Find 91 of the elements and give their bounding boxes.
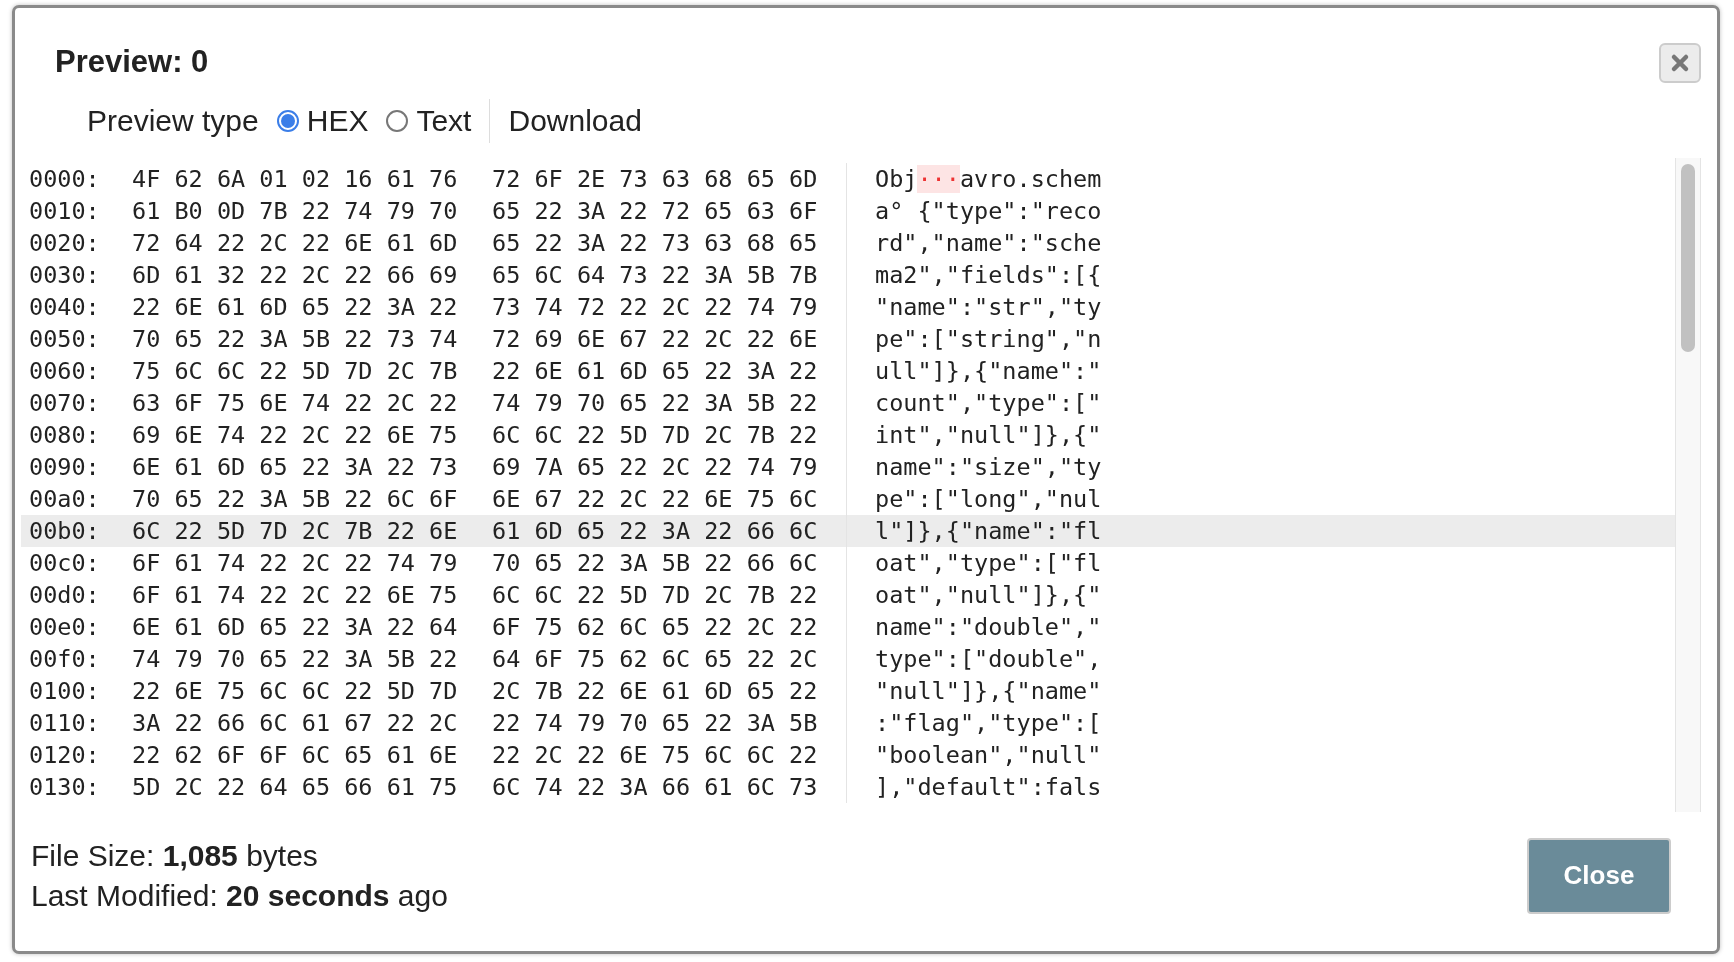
text-preview: name":"double",": [875, 613, 1102, 641]
hex-bytes: 61 6D 65 22 3A 22 66 6C: [492, 517, 819, 545]
hex-bytes: 22 2C 22 6E 75 6C 6C 22: [492, 741, 819, 769]
dialog-title: Preview: 0: [55, 44, 209, 80]
hex-bytes: 6D 61 32 22 2C 22 66 69: [132, 261, 459, 289]
text-preview: "name":"str","ty: [875, 293, 1102, 321]
hex-bytes: 72 69 6E 67 22 2C 22 6E: [492, 325, 819, 353]
text-preview: type":["double",: [875, 645, 1102, 673]
text-preview: rd","name":"sche: [875, 229, 1102, 257]
offset: 0040:: [29, 293, 101, 321]
offset: 00f0:: [29, 645, 101, 673]
text-preview: ],"default":fals: [875, 773, 1102, 801]
text-preview: int","null"]},{": [875, 421, 1102, 449]
close-button[interactable]: [1659, 43, 1701, 83]
hex-bytes: 69 6E 74 22 2C 22 6E 75: [132, 421, 459, 449]
text-preview: "null"]},{"name": [875, 677, 1102, 705]
hex-bytes: 65 6C 64 73 22 3A 5B 7B: [492, 261, 819, 289]
hex-bytes: 70 65 22 3A 5B 22 66 6C: [492, 549, 819, 577]
hex-bytes: 69 7A 65 22 2C 22 74 79: [492, 453, 819, 481]
hex-bytes: 22 6E 61 6D 65 22 3A 22: [132, 293, 459, 321]
offset: 0010:: [29, 197, 101, 225]
offset: 00d0:: [29, 581, 101, 609]
hex-bytes: 3A 22 66 6C 61 67 22 2C: [132, 709, 459, 737]
text-preview: ull"]},{"name":": [875, 357, 1102, 385]
offset: 0060:: [29, 357, 101, 385]
hex-bytes: 73 74 72 22 2C 22 74 79: [492, 293, 819, 321]
offset: 0100:: [29, 677, 101, 705]
offset: 0130:: [29, 773, 101, 801]
scrollbar[interactable]: [1675, 158, 1701, 812]
text-preview: pe":["string","n: [875, 325, 1102, 353]
hex-bytes: 22 62 6F 6F 6C 65 61 6E: [132, 741, 459, 769]
offset: 00a0:: [29, 485, 101, 513]
text-preview: oat","type":["fl: [875, 549, 1102, 577]
offset: 0020:: [29, 229, 101, 257]
hex-bytes: 5D 2C 22 64 65 66 61 75: [132, 773, 459, 801]
offset: 0050:: [29, 325, 101, 353]
hex-bytes: 65 22 3A 22 72 65 63 6F: [492, 197, 819, 225]
hex-bytes: 65 22 3A 22 73 63 68 65: [492, 229, 819, 257]
text-preview: :"flag","type":[: [875, 709, 1102, 737]
text-preview: ma2","fields":[{: [875, 261, 1102, 289]
offset: 0000:: [29, 165, 101, 193]
text-preview: count","type":[": [875, 389, 1102, 417]
hex-bytes: 6F 61 74 22 2C 22 6E 75: [132, 581, 459, 609]
hex-bytes: 74 79 70 65 22 3A 5B 22: [492, 389, 819, 417]
offset: 0030:: [29, 261, 101, 289]
hex-bytes: 6F 61 74 22 2C 22 74 79: [132, 549, 459, 577]
hex-bytes: 6F 75 62 6C 65 22 2C 22: [492, 613, 819, 641]
hex-bytes: 6E 61 6D 65 22 3A 22 73: [132, 453, 459, 481]
text-preview: l"]},{"name":"fl: [875, 517, 1102, 545]
offset: 0120:: [29, 741, 101, 769]
file-size: File Size: 1,085 bytes: [31, 838, 319, 873]
hex-bytes: 6C 74 22 3A 66 61 6C 73: [492, 773, 819, 801]
hex-bytes: 22 74 79 70 65 22 3A 5B: [492, 709, 819, 737]
hex-bytes: 22 6E 75 6C 6C 22 5D 7D: [132, 677, 459, 705]
close-icon: [1670, 53, 1690, 73]
hex-bytes: 2C 7B 22 6E 61 6D 65 22: [492, 677, 819, 705]
hex-bytes: 63 6F 75 6E 74 22 2C 22: [132, 389, 459, 417]
hex-bytes: 64 6F 75 62 6C 65 22 2C: [492, 645, 819, 673]
hex-bytes: 72 64 22 2C 22 6E 61 6D: [132, 229, 459, 257]
hex-bytes: 61 B0 0D 7B 22 74 79 70: [132, 197, 459, 225]
text-preview: pe":["long","nul: [875, 485, 1102, 513]
offset: 00e0:: [29, 613, 101, 641]
hex-bytes: 22 6E 61 6D 65 22 3A 22: [492, 357, 819, 385]
hex-bytes: 6C 22 5D 7D 2C 7B 22 6E: [132, 517, 459, 545]
download-link[interactable]: Download: [508, 104, 642, 138]
hex-bytes: 70 65 22 3A 5B 22 73 74: [132, 325, 459, 353]
hex-bytes: 4F 62 6A 01 02 16 61 76: [132, 165, 459, 193]
offset: 0110:: [29, 709, 101, 737]
hex-bytes: 70 65 22 3A 5B 22 6C 6F: [132, 485, 459, 513]
offset: 00c0:: [29, 549, 101, 577]
offset: 00b0:: [29, 517, 101, 545]
text-preview: a° {"type":"reco: [875, 197, 1102, 225]
text-preview: Obj···avro.schem: [875, 165, 1102, 193]
radio-option[interactable]: Text: [386, 104, 472, 138]
hex-bytes: 6C 6C 22 5D 7D 2C 7B 22: [492, 581, 819, 609]
text-preview: name":"size","ty: [875, 453, 1102, 481]
last-modified: Last Modified: 20 seconds ago: [31, 878, 448, 913]
close-button[interactable]: Close: [1527, 837, 1671, 914]
hex-bytes: 6C 6C 22 5D 7D 2C 7B 22: [492, 421, 819, 449]
hex-bytes: 75 6C 6C 22 5D 7D 2C 7B: [132, 357, 459, 385]
hex-bytes: 74 79 70 65 22 3A 5B 22: [132, 645, 459, 673]
text-preview: "boolean","null": [875, 741, 1102, 769]
preview-type-label: Preview type: [87, 104, 259, 138]
radio-option[interactable]: HEX: [276, 104, 369, 138]
offset: 0090:: [29, 453, 101, 481]
offset: 0080:: [29, 421, 101, 449]
hex-bytes: 72 6F 2E 73 63 68 65 6D: [492, 165, 819, 193]
text-preview: oat","null"]},{": [875, 581, 1102, 609]
offset: 0070:: [29, 389, 101, 417]
hex-bytes: 6E 61 6D 65 22 3A 22 64: [132, 613, 459, 641]
hex-bytes: 6E 67 22 2C 22 6E 75 6C: [492, 485, 819, 513]
